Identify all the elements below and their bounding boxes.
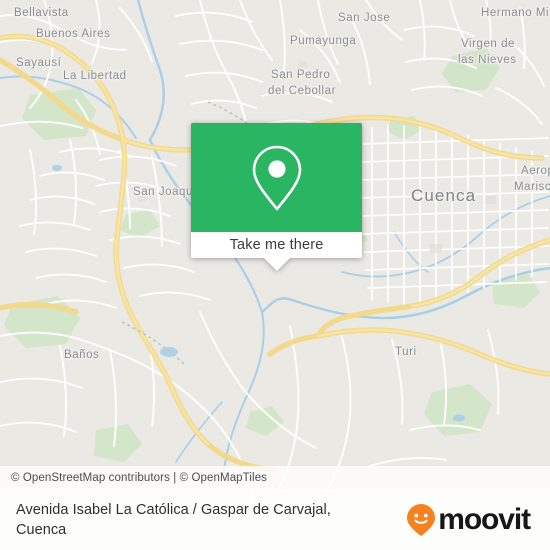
screenshot-root: Bellavista Buenos Aires Sayausí La Libertad… <box>0 0 550 550</box>
popup-pointer-tail <box>263 258 290 271</box>
station-title: Avenida Isabel La Católica / Gaspar de C… <box>16 501 331 538</box>
moovit-logo[interactable]: moovit <box>406 502 531 537</box>
take-me-there-label: Take me there <box>229 237 324 253</box>
moovit-pin-smiley-icon <box>407 503 436 536</box>
take-me-there-button[interactable]: Take me there <box>191 232 362 271</box>
map-attribution-bar: © OpenStreetMap contributors | © OpenMap… <box>0 466 550 489</box>
map-pin-icon <box>252 145 301 210</box>
destination-popup-card[interactable]: Take me there <box>191 123 362 271</box>
moovit-wordmark: moovit <box>438 502 531 536</box>
footer-bar: Avenida Isabel La Católica / Gaspar de C… <box>0 489 550 550</box>
popup-image-area <box>191 123 362 232</box>
attribution-text[interactable]: © OpenStreetMap contributors | © OpenMap… <box>11 472 267 484</box>
